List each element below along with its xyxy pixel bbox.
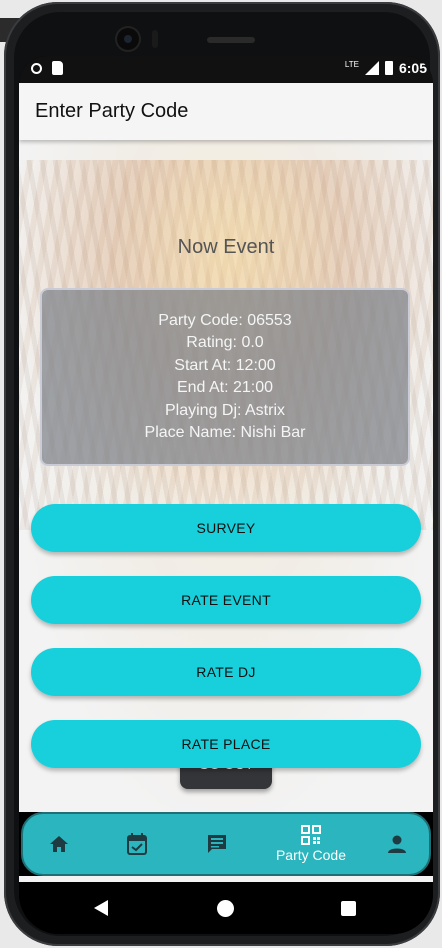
phone-screen: LTE 6:05 Enter Party Code Now Event Part… <box>19 56 433 934</box>
nav-profile[interactable] <box>383 814 411 874</box>
front-camera <box>117 28 139 50</box>
recent-apps-icon[interactable] <box>341 901 356 916</box>
rate-event-button[interactable]: RATE EVENT <box>31 576 421 624</box>
message-icon <box>208 835 226 853</box>
survey-button[interactable]: SURVEY <box>31 504 421 552</box>
nav-party-code-label: Party Code <box>275 847 347 863</box>
system-navigation-bar <box>19 882 433 934</box>
bottom-navigation: Party Code <box>21 812 431 876</box>
page-title: Enter Party Code <box>35 100 189 122</box>
calendar-check-icon <box>127 833 147 855</box>
nav-messages[interactable] <box>203 814 231 874</box>
main-content: Now Event Party Code: 06553 Rating: 0.0 … <box>19 140 433 812</box>
event-heading: Now Event <box>177 236 275 258</box>
status-bar: LTE 6:05 <box>19 56 433 83</box>
earpiece-speaker <box>207 37 255 43</box>
person-icon <box>388 835 406 853</box>
start-time-text: Start At: 12:00 <box>174 356 276 374</box>
proximity-sensor <box>152 30 158 48</box>
place-text: Place Name: Nishi Bar <box>144 424 306 441</box>
network-type: LTE <box>344 59 359 69</box>
home-icon <box>50 836 68 852</box>
end-time-text: End At: 21:00 <box>176 379 274 396</box>
nav-party-code[interactable]: Party Code <box>267 814 355 874</box>
party-code-text: Party Code: 06553 <box>158 311 292 329</box>
event-info-card: Party Code: 06553 Rating: 0.0 Start At: … <box>40 288 410 466</box>
rate-place-button[interactable]: RATE PLACE <box>31 720 421 768</box>
sd-card-icon <box>52 61 63 75</box>
battery-icon <box>384 61 393 75</box>
back-icon[interactable] <box>94 900 108 916</box>
sync-icon <box>31 62 42 74</box>
signal-icon <box>364 61 379 75</box>
dj-text: Playing Dj: Astrix <box>164 401 286 419</box>
rating-text: Rating: 0.0 <box>186 334 264 351</box>
qr-code-icon <box>301 825 321 845</box>
nav-events[interactable] <box>123 814 151 874</box>
nav-home[interactable] <box>45 814 73 874</box>
rate-dj-button[interactable]: RATE DJ <box>31 648 421 696</box>
app-bar: Enter Party Code <box>19 83 433 140</box>
home-circle-icon[interactable] <box>217 900 234 917</box>
clock: 6:05 <box>398 60 427 76</box>
